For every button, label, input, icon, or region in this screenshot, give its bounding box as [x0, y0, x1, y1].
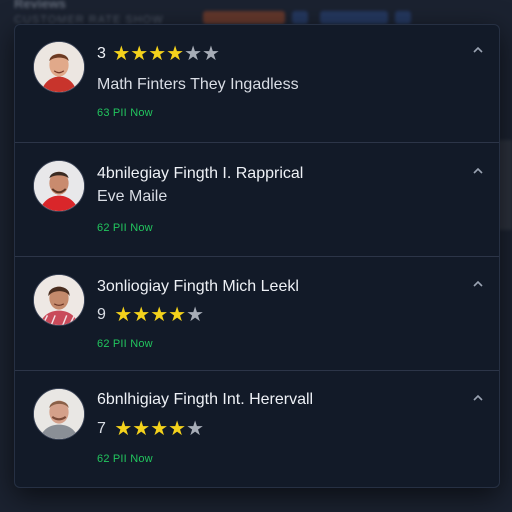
- star-empty-icon: ★: [202, 43, 220, 65]
- review-title: 4bnilegiay Fingth I. Rapprical: [97, 165, 304, 182]
- star-empty-icon: ★: [186, 304, 205, 326]
- star-rating: ★★★★★: [114, 418, 205, 440]
- user-avatar-icon: [33, 274, 85, 326]
- star-filled-icon: ★: [130, 43, 149, 65]
- review-text: Math Finters They Ingadless: [97, 76, 299, 93]
- background-chip: [292, 11, 308, 24]
- review-item: 6bnlhigiay Fingth Int. Herervall 7 ★★★★★…: [15, 371, 499, 487]
- background-chip: [320, 11, 388, 24]
- rating-number: 3: [97, 45, 106, 62]
- rating-number: 9: [97, 306, 106, 323]
- user-avatar-icon: [33, 160, 85, 212]
- background-title: Reviews: [14, 0, 67, 11]
- star-empty-icon: ★: [186, 418, 205, 440]
- star-filled-icon: ★: [112, 43, 131, 65]
- review-title: 3onliogiay Fingth Mich Leekl: [97, 278, 299, 295]
- star-filled-icon: ★: [168, 304, 187, 326]
- review-timestamp: 63 PII Now: [97, 107, 153, 119]
- review-rating-line: 3 ★★★★★★: [97, 43, 220, 65]
- review-rating-line: 7 ★★★★★: [97, 418, 205, 440]
- user-avatar-icon: [33, 388, 85, 440]
- chevron-up-icon[interactable]: [471, 391, 485, 405]
- review-item: 3 ★★★★★★ Math Finters They Ingadless 63 …: [15, 25, 499, 143]
- review-item: 3onliogiay Fingth Mich Leekl 9 ★★★★★ 62 …: [15, 257, 499, 371]
- review-timestamp: 62 PII Now: [97, 453, 153, 465]
- star-filled-icon: ★: [114, 418, 133, 440]
- chevron-up-icon[interactable]: [471, 164, 485, 178]
- user-avatar-icon: [33, 41, 85, 93]
- star-filled-icon: ★: [150, 418, 169, 440]
- star-rating: ★★★★★: [114, 304, 205, 326]
- rating-number: 7: [97, 420, 106, 437]
- star-filled-icon: ★: [148, 43, 167, 65]
- star-filled-icon: ★: [132, 418, 151, 440]
- chevron-up-icon[interactable]: [471, 43, 485, 57]
- review-author: Eve Maile: [97, 188, 168, 205]
- review-title: 6bnlhigiay Fingth Int. Herervall: [97, 391, 314, 408]
- star-rating: ★★★★★★: [112, 43, 220, 65]
- background-chip: [395, 11, 411, 24]
- star-filled-icon: ★: [166, 43, 185, 65]
- star-filled-icon: ★: [132, 304, 151, 326]
- star-filled-icon: ★: [168, 418, 187, 440]
- star-empty-icon: ★: [184, 43, 203, 65]
- star-filled-icon: ★: [150, 304, 169, 326]
- review-item: 4bnilegiay Fingth I. Rapprical Eve Maile…: [15, 143, 499, 257]
- review-timestamp: 62 PII Now: [97, 222, 153, 234]
- reviews-panel: 3 ★★★★★★ Math Finters They Ingadless 63 …: [14, 24, 500, 488]
- background-chip: [203, 11, 285, 24]
- chevron-up-icon[interactable]: [471, 277, 485, 291]
- review-rating-line: 9 ★★★★★: [97, 304, 205, 326]
- star-filled-icon: ★: [114, 304, 133, 326]
- review-timestamp: 62 PII Now: [97, 338, 153, 350]
